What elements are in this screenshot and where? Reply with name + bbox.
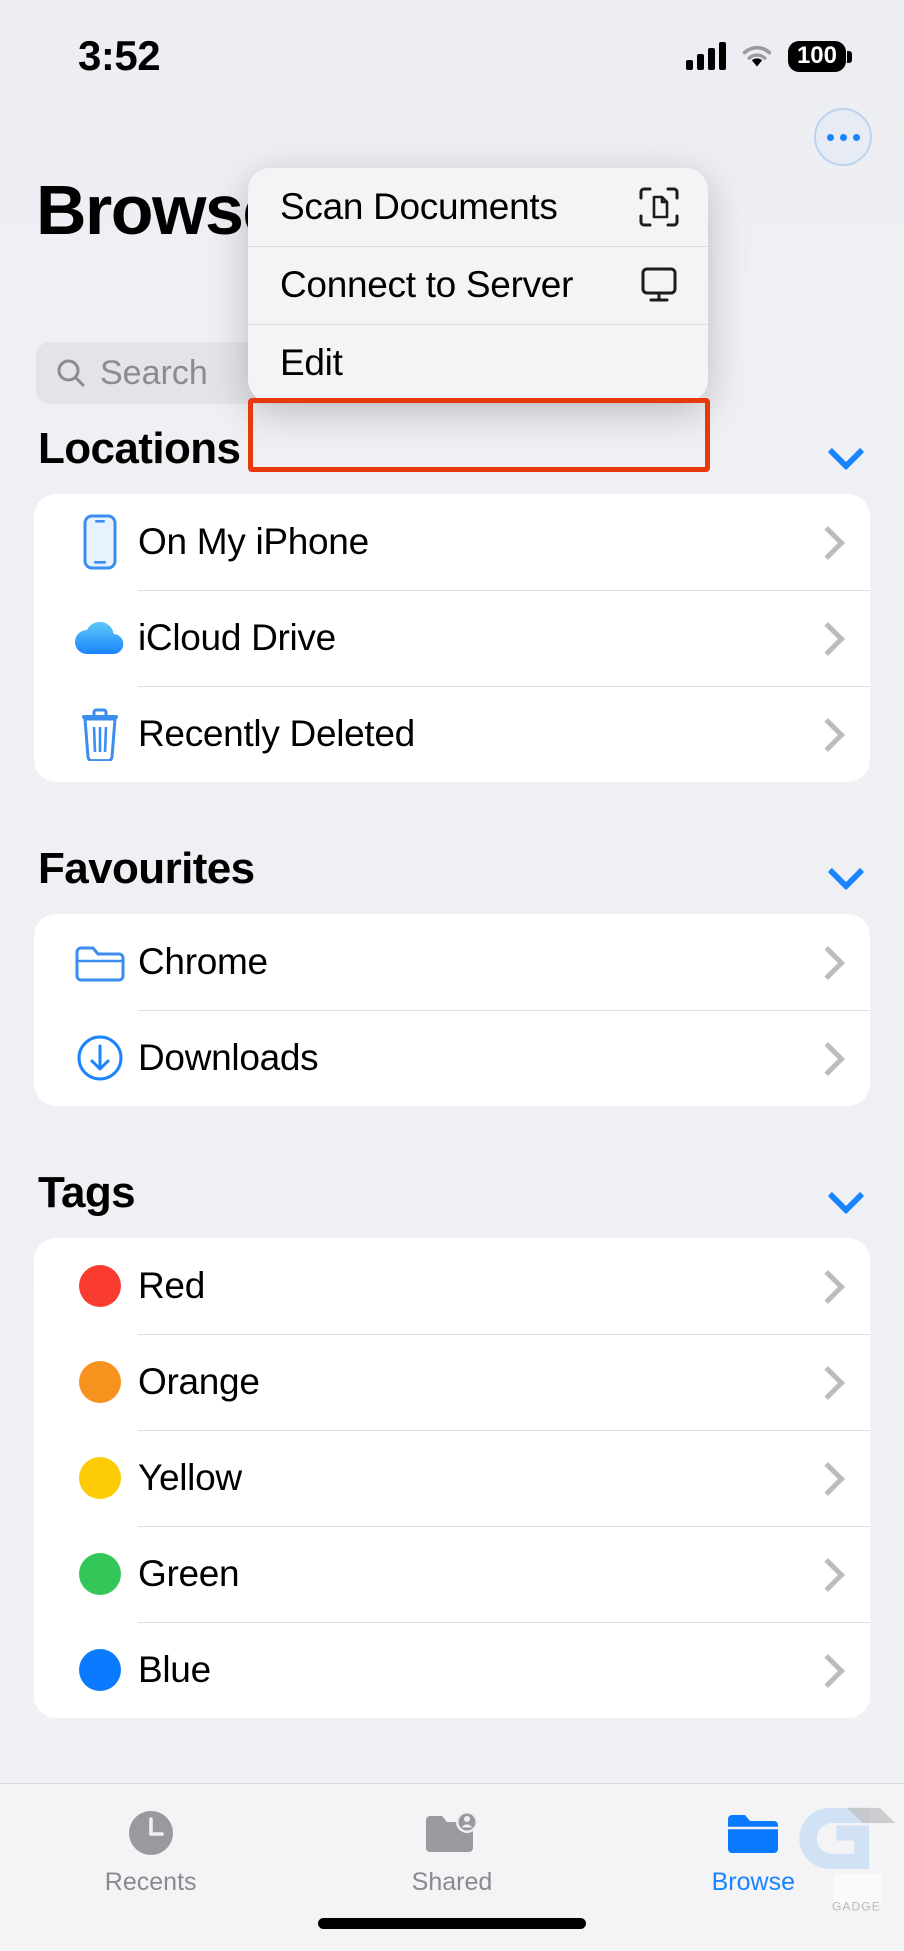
list-item-label: Yellow	[138, 1457, 242, 1498]
trash-icon	[62, 707, 138, 761]
color-dot-icon	[62, 1457, 138, 1499]
context-menu[interactable]: Scan Documents Connect to Server Edit	[248, 168, 708, 402]
list-item-label: On My iPhone	[138, 521, 369, 562]
scan-document-icon	[639, 187, 679, 227]
menu-item-edit[interactable]: Edit	[248, 324, 708, 402]
chevron-right-icon	[810, 947, 850, 977]
page-title: Browse	[36, 171, 281, 249]
section-header-tags: Tags	[0, 1154, 904, 1232]
locations-card: On My iPhone iCloud Drive Recently Delet…	[34, 494, 870, 782]
tag-color-swatch	[79, 1457, 121, 1499]
section-header-favourites: Favourites	[0, 830, 904, 908]
list-item[interactable]: On My iPhone	[34, 494, 870, 590]
status-time: 3:52	[78, 32, 161, 79]
list-item[interactable]: Chrome	[34, 914, 870, 1010]
battery-indicator: 100	[787, 40, 853, 72]
menu-item-label: Edit	[280, 342, 343, 383]
color-dot-icon	[62, 1361, 138, 1403]
wifi-icon	[742, 45, 772, 67]
tab-label: Shared	[411, 1868, 493, 1896]
list-item[interactable]: Green	[34, 1526, 870, 1622]
monitor-icon	[641, 267, 677, 302]
menu-item-label: Scan Documents	[280, 186, 558, 227]
search-icon	[57, 359, 85, 387]
list-item-label: Red	[138, 1265, 205, 1306]
more-options-button[interactable]	[814, 108, 872, 166]
color-dot-icon	[62, 1553, 138, 1595]
chevron-right-icon	[810, 1367, 850, 1397]
list-item-label: Green	[138, 1553, 240, 1594]
section-header-locations: Locations	[0, 410, 904, 488]
favourites-card: Chrome Downloads	[34, 914, 870, 1106]
list-item[interactable]: Yellow	[34, 1430, 870, 1526]
list-item-label: Orange	[138, 1361, 260, 1402]
section-title: Locations	[38, 424, 241, 473]
folder-icon	[62, 940, 138, 984]
cellular-bars-icon	[685, 42, 726, 70]
section-title: Tags	[38, 1168, 136, 1217]
tag-color-swatch	[79, 1553, 121, 1595]
ellipsis-dot	[826, 133, 834, 141]
icloud-icon	[62, 616, 138, 660]
svg-text:GADGE: GADGE	[832, 1899, 881, 1913]
list-item[interactable]: Blue	[34, 1622, 870, 1718]
chevron-right-icon	[810, 527, 850, 557]
list-item-label: Downloads	[138, 1037, 319, 1078]
iphone-screen: 3:52 100 Browse Search Locations On My i…	[0, 0, 904, 1951]
chevron-right-icon	[810, 623, 850, 653]
tag-color-swatch	[79, 1649, 121, 1691]
tags-card: Red Orange Yellow Green Blue	[34, 1238, 870, 1718]
tag-color-swatch	[79, 1265, 121, 1307]
tab-label: Recents	[104, 1868, 197, 1896]
chevron-down-icon[interactable]	[830, 439, 864, 459]
list-item[interactable]: Orange	[34, 1334, 870, 1430]
color-dot-icon	[62, 1265, 138, 1307]
iphone-icon	[62, 514, 138, 570]
ellipsis-dot	[852, 133, 860, 141]
site-watermark: GADGE	[799, 1807, 896, 1913]
menu-item-scan-documents[interactable]: Scan Documents	[248, 168, 708, 246]
status-indicators: 100	[685, 40, 853, 72]
chevron-right-icon	[810, 1271, 850, 1301]
tab-recents[interactable]: Recents	[0, 1806, 301, 1897]
chevron-down-icon[interactable]	[830, 1183, 864, 1203]
tag-color-swatch	[79, 1361, 121, 1403]
chevron-right-icon	[810, 1655, 850, 1685]
list-item[interactable]: Downloads	[34, 1010, 870, 1106]
chevron-right-icon	[810, 1559, 850, 1589]
chevron-right-icon	[810, 719, 850, 749]
browse-list[interactable]: Locations On My iPhone iCloud Drive Rece…	[0, 410, 904, 1951]
list-item[interactable]: iCloud Drive	[34, 590, 870, 686]
chevron-right-icon	[810, 1463, 850, 1493]
shared-folder-icon	[425, 1811, 478, 1852]
tab-shared[interactable]: Shared	[301, 1806, 602, 1897]
list-item-label: iCloud Drive	[138, 617, 336, 658]
ellipsis-dot	[839, 133, 847, 141]
chevron-down-icon[interactable]	[830, 859, 864, 879]
menu-item-connect-to-server[interactable]: Connect to Server	[248, 246, 708, 324]
status-bar: 3:52 100	[0, 0, 904, 112]
menu-item-label: Connect to Server	[280, 264, 574, 305]
chevron-right-icon	[810, 1043, 850, 1073]
download-circle-icon	[62, 1033, 138, 1083]
home-indicator	[318, 1918, 586, 1929]
search-placeholder: Search	[100, 353, 208, 392]
color-dot-icon	[62, 1649, 138, 1691]
list-item-label: Recently Deleted	[138, 713, 415, 754]
section-title: Favourites	[38, 844, 255, 893]
list-item-label: Blue	[138, 1649, 211, 1690]
list-item[interactable]: Recently Deleted	[34, 686, 870, 782]
clock-icon	[128, 1811, 173, 1855]
list-item[interactable]: Red	[34, 1238, 870, 1334]
list-item-label: Chrome	[138, 941, 268, 982]
